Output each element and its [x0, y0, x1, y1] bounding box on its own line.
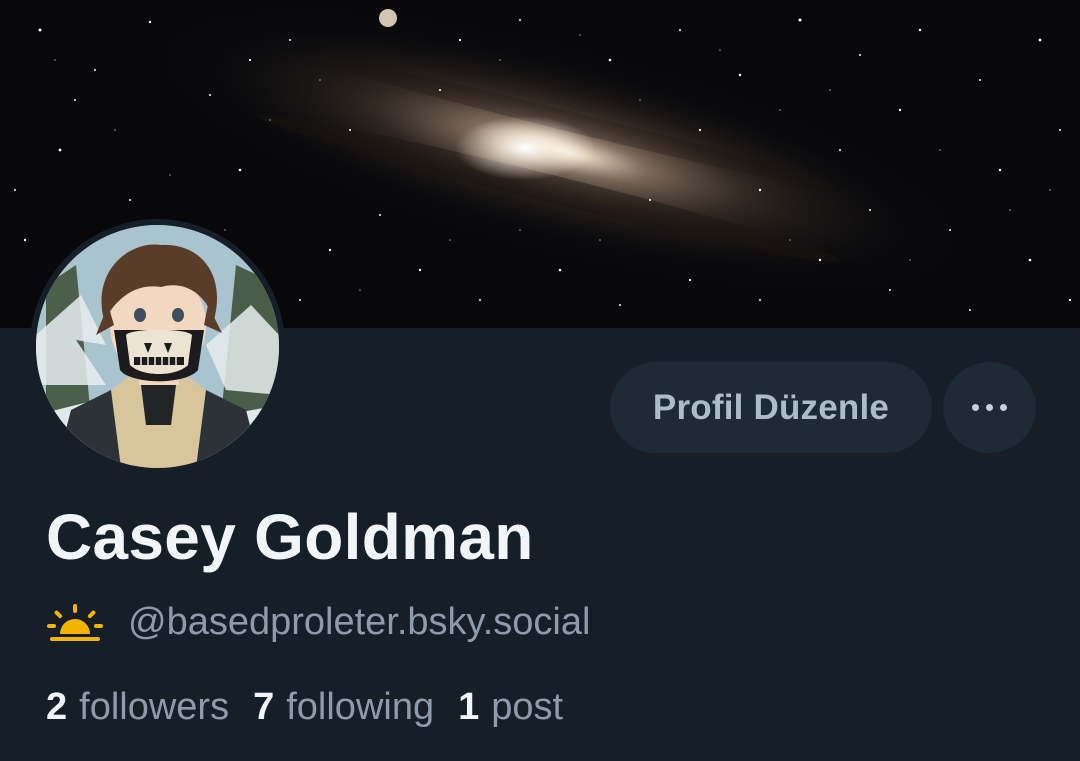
posts-label: post: [491, 686, 564, 728]
posts-count-item: 1 post: [458, 686, 563, 729]
ellipsis-dot: [986, 404, 993, 411]
display-name: Casey Goldman: [46, 501, 534, 573]
followers-link[interactable]: 2 followers: [46, 686, 229, 729]
profile-page: Profil Düzenle Casey Goldman @basedprole…: [0, 0, 1080, 761]
following-link[interactable]: 7 following: [253, 686, 434, 729]
profile-stats: 2 followers 7 following 1 post: [46, 686, 587, 729]
handle-row: @basedproleter.bsky.social: [46, 600, 590, 644]
avatar[interactable]: [30, 219, 285, 474]
following-label: following: [286, 686, 435, 728]
following-count: 7: [253, 686, 275, 728]
more-options-button[interactable]: [943, 362, 1036, 453]
edit-profile-button[interactable]: Profil Düzenle: [610, 362, 932, 453]
sun-icon: [47, 604, 103, 641]
followers-count: 2: [46, 686, 68, 728]
ellipsis-icon: [972, 404, 979, 411]
posts-count: 1: [458, 686, 480, 728]
handle[interactable]: @basedproleter.bsky.social: [128, 601, 590, 644]
followers-label: followers: [79, 686, 230, 728]
avatar-image: [36, 225, 279, 468]
ellipsis-dot: [1000, 404, 1007, 411]
